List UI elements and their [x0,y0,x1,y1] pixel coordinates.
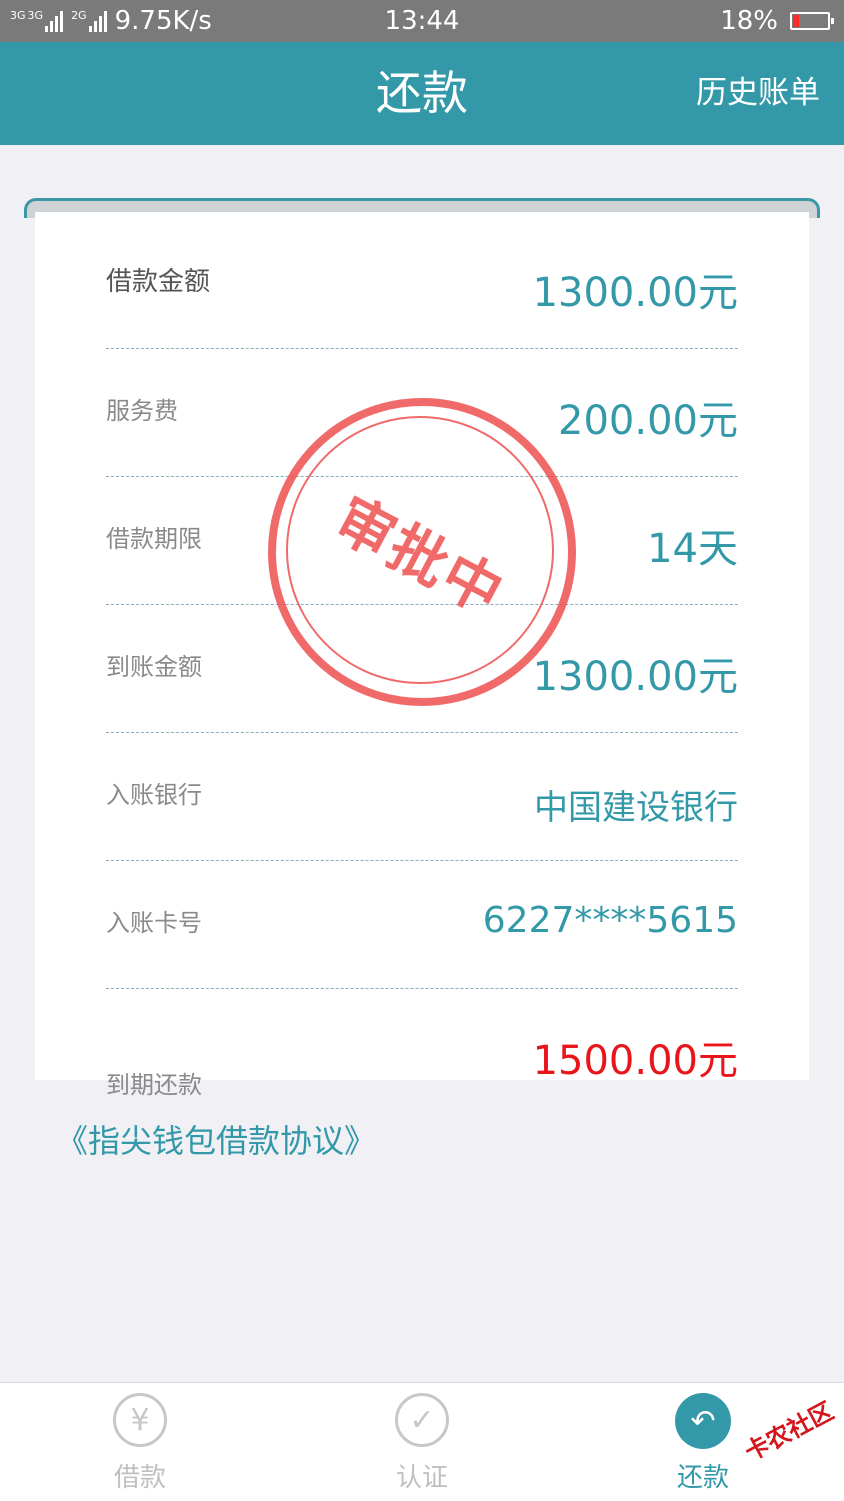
detail-row-card-number: 入账卡号 6227****5615 [106,860,738,989]
detail-row-loan-amount: 借款金额 1300.00元 [106,220,738,349]
tab-label: 借款 [113,1463,166,1493]
detail-value: 1300.00元 [532,654,738,700]
status-time: 13:44 [384,6,460,36]
detail-value: 中国建设银行 [534,788,738,828]
detail-label: 借款期限 [106,525,202,553]
detail-row-service-fee: 服务费 200.00元 [106,348,738,477]
detail-row-bank: 入账银行 中国建设银行 [106,732,738,861]
battery-icon [790,12,834,30]
status-right: 18% [720,0,834,42]
loan-detail-card: 借款金额 1300.00元 服务费 200.00元 借款期限 14天 到账金额 … [35,212,809,1099]
detail-label: 服务费 [106,397,178,425]
detail-value: 1300.00元 [532,270,738,316]
yen-icon: ¥ [113,1393,167,1447]
check-icon: ✓ [395,1393,449,1447]
detail-label: 借款金额 [106,267,211,297]
bottom-tab-bar: ¥ 借款 ✓ 认证 ↶ 还款 [0,1382,844,1501]
detail-label: 到期还款 [106,1071,202,1099]
detail-row-received-amount: 到账金额 1300.00元 [106,604,738,733]
detail-value: 200.00元 [558,398,738,444]
tab-verify[interactable]: ✓ 认证 [332,1383,512,1501]
detail-row-due-repayment: 到期还款 1500.00元 [106,988,738,1116]
tab-label: 认证 [395,1463,448,1493]
nav-bar: 还款 历史账单 [0,42,844,145]
detail-value: 14天 [647,526,738,572]
detail-label: 入账卡号 [106,909,202,937]
detail-value: 1500.00元 [532,1038,738,1084]
history-bills-button[interactable]: 历史账单 [696,42,820,145]
detail-label: 到账金额 [106,653,202,681]
detail-label: 入账银行 [106,781,202,809]
tab-borrow[interactable]: ¥ 借款 [50,1383,230,1501]
detail-row-loan-term: 借款期限 14天 [106,476,738,605]
tab-label: 还款 [676,1463,729,1493]
detail-value: 6227****5615 [482,900,738,941]
return-icon: ↶ [675,1393,731,1449]
battery-percent: 18% [720,6,778,36]
loan-agreement-link[interactable]: 《指尖钱包借款协议》 [56,1116,376,1162]
status-bar: 3G 3G 2G 9.75K/s 13:44 18% [0,0,844,42]
